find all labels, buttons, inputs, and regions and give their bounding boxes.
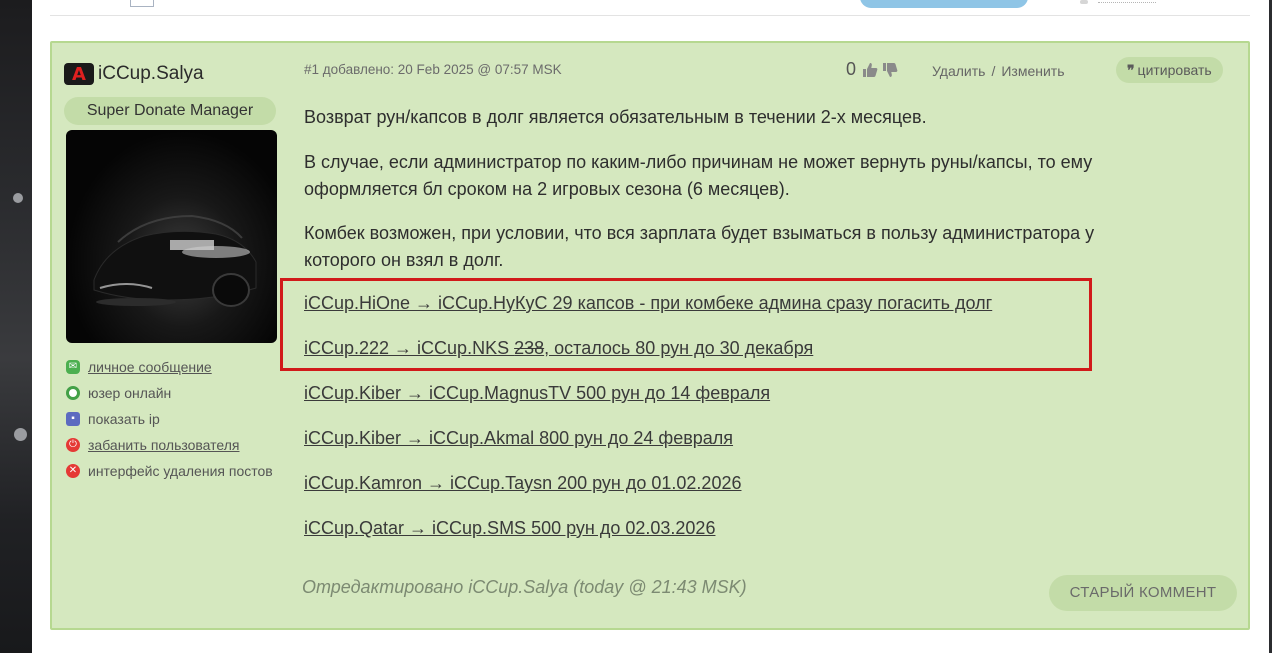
post-rating: 0 <box>846 59 898 80</box>
debt-entry-link[interactable]: iCCup.Qatar → iCCup.SMS 500 рун до 02.03… <box>304 518 715 539</box>
rating-value: 0 <box>846 59 857 79</box>
divider <box>50 15 1250 16</box>
thumbs-down-icon[interactable] <box>882 62 898 78</box>
thumbs-up-icon[interactable] <box>862 62 878 78</box>
delete-post-link[interactable]: Удалить <box>932 63 985 79</box>
user-online-label: юзер онлайн <box>88 385 172 401</box>
actions-separator: / <box>991 63 996 79</box>
decorative-dot <box>13 193 23 203</box>
show-ip-label[interactable]: показать ip <box>88 411 160 427</box>
debt-entry-link[interactable]: iCCup.HiOne → iCCup.НуКуС 29 капсов - пр… <box>304 293 992 314</box>
top-indicator <box>1080 0 1088 4</box>
post-author: A iCCup.Salya <box>64 63 204 85</box>
post-paragraph: Возврат рун/капсов в долг является обяза… <box>304 107 927 127</box>
ban-user-action[interactable]: ⏻ забанить пользователя <box>66 432 273 458</box>
edited-note: Отредактировано iCCup.Salya (today @ 21:… <box>302 577 747 597</box>
decorative-dot <box>14 428 27 441</box>
forum-page: A iCCup.Salya Super Donate Manager ✉ лич… <box>32 0 1269 653</box>
quote-button[interactable]: ❞ цитировать <box>1116 57 1223 83</box>
post-meta: #1 добавлено: 20 Feb 2025 @ 07:57 MSK <box>304 62 562 77</box>
author-role-badge: Super Donate Manager <box>64 97 276 125</box>
debt-entry-link[interactable]: iCCup.Kamron → iCCup.Taysn 200 рун до 01… <box>304 473 741 494</box>
private-message-link[interactable]: личное сообщение <box>88 359 212 375</box>
power-icon: ⏻ <box>66 438 80 452</box>
ban-user-link[interactable]: забанить пользователя <box>88 437 240 453</box>
top-checkbox[interactable] <box>130 0 154 7</box>
debt-text-part: , осталось 80 рун до 30 декабря <box>544 338 814 358</box>
private-message-action[interactable]: ✉ личное сообщение <box>66 354 273 380</box>
post-admin-actions: Удалить / Изменить <box>932 63 1065 79</box>
author-avatar <box>66 130 277 343</box>
quote-icon: ❞ <box>1127 62 1135 78</box>
post-paragraph: Комбек возможен, при условии, что вся за… <box>304 223 1095 270</box>
debt-entry-link[interactable]: iCCup.Kiber → iCCup.Akmal 800 рун до 24 … <box>304 428 733 449</box>
show-ip-action[interactable]: ▪ показать ip <box>66 406 273 432</box>
avatar-car-image <box>93 214 257 307</box>
message-icon: ✉ <box>66 360 80 374</box>
monitor-icon: ▪ <box>66 412 80 426</box>
debt-entry-link[interactable]: iCCup.222 → iCCup.NKS 238, осталось 80 р… <box>304 338 813 359</box>
author-name-link[interactable]: iCCup.Salya <box>98 63 204 85</box>
author-logo-icon: A <box>64 63 94 85</box>
delete-icon: ✕ <box>66 464 80 478</box>
user-online-status: юзер онлайн <box>66 380 273 406</box>
top-dotted-line <box>1098 2 1156 5</box>
online-icon <box>66 386 80 400</box>
edit-post-link[interactable]: Изменить <box>1001 63 1064 79</box>
delete-posts-label[interactable]: интерфейс удаления постов <box>88 463 273 479</box>
forum-post: A iCCup.Salya Super Donate Manager ✉ лич… <box>50 41 1250 630</box>
user-actions-list: ✉ личное сообщение юзер онлайн ▪ показат… <box>66 354 273 484</box>
debt-entry-link[interactable]: iCCup.Kiber → iCCup.MagnusTV 500 рун до … <box>304 383 770 404</box>
quote-label: цитировать <box>1137 62 1212 78</box>
old-comment-button[interactable]: СТАРЫЙ КОММЕНТ <box>1049 575 1237 611</box>
post-paragraph: В случае, если администратор по каким-ли… <box>304 152 1093 199</box>
strikethrough-amount: 238 <box>514 338 545 358</box>
background-left-edge <box>0 0 32 653</box>
top-action-button[interactable] <box>860 0 1028 8</box>
debt-text-part: iCCup.222 → iCCup.NKS <box>304 338 515 358</box>
delete-posts-action[interactable]: ✕ интерфейс удаления постов <box>66 458 273 484</box>
